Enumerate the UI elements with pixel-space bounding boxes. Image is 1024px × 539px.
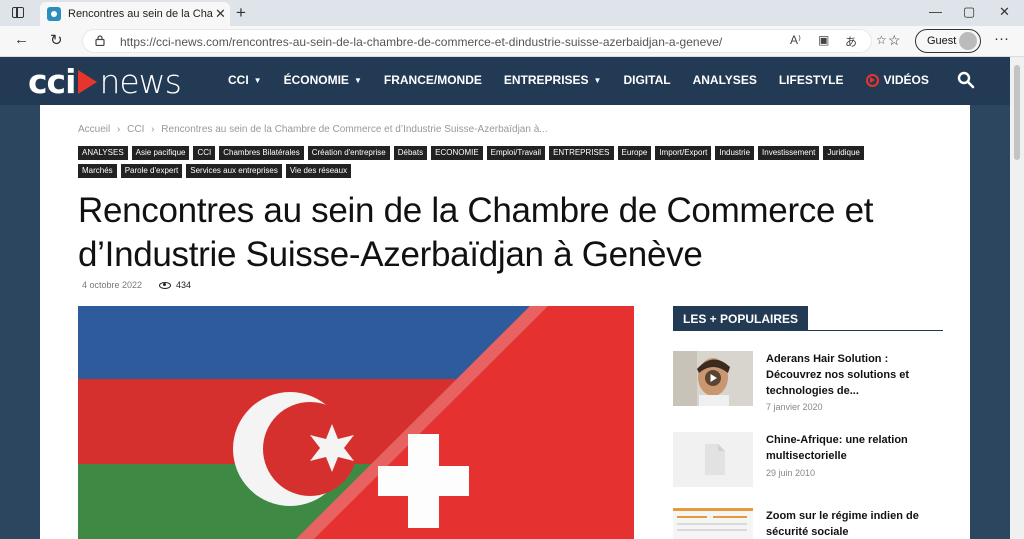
category-tag[interactable]: ENTREPRISES: [549, 146, 614, 160]
search-icon[interactable]: [957, 71, 975, 89]
breadcrumb-current: Rencontres au sein de la Chambre de Comm…: [161, 124, 548, 135]
breadcrumb-sep: ›: [151, 124, 155, 135]
article-title: Rencontres au sein de la Chambre de Comm…: [78, 191, 874, 274]
category-tag[interactable]: ECONOMIE: [431, 146, 483, 160]
chevron-down-icon: ▼: [593, 75, 602, 85]
popular-heading: LES + POPULAIRES: [673, 306, 809, 331]
breadcrumb: Accueil › CCI › Rencontres au sein de la…: [78, 124, 552, 135]
category-tag[interactable]: Emploi/Travail: [486, 146, 546, 160]
category-tag[interactable]: Services aux entreprises: [186, 164, 282, 178]
view-count: 434: [176, 280, 192, 290]
site-favicon-icon: [47, 7, 61, 21]
logo-play-icon: [78, 69, 98, 94]
tab-actions-icon[interactable]: [12, 7, 24, 18]
profile-button[interactable]: Guest: [915, 29, 981, 53]
breadcrumb-cci[interactable]: CCI: [127, 124, 144, 135]
read-aloud-icon[interactable]: A⁾: [790, 33, 801, 47]
menu-item-cci[interactable]: CCI ▼: [228, 73, 262, 87]
url-text: https://cci-news.com/rencontres-au-sein-…: [120, 35, 723, 49]
chevron-down-icon: ▼: [253, 75, 262, 85]
browser-toolbar: ← ↻ https://cci-news.com/rencontres-au-s…: [0, 26, 1024, 57]
play-circle-icon: [865, 73, 879, 87]
avatar-icon: [959, 32, 977, 50]
page-scrollbar[interactable]: [1010, 57, 1024, 539]
popular-item[interactable]: Zoom sur le régime indien de sécurité so…: [673, 508, 943, 539]
popular-title[interactable]: Aderans Hair Solution : Découvrez nos so…: [766, 351, 926, 399]
category-tag[interactable]: Asie pacifique: [131, 146, 190, 160]
close-window-icon[interactable]: ✕: [999, 4, 1010, 20]
popular-thumbnail: [673, 351, 753, 406]
address-bar[interactable]: https://cci-news.com/rencontres-au-sein-…: [82, 29, 887, 53]
popular-thumbnail: [673, 508, 753, 539]
category-tag[interactable]: Création d'entreprise: [307, 146, 390, 160]
favorite-icon[interactable]: ☆: [876, 33, 887, 47]
popular-item[interactable]: Aderans Hair Solution : Découvrez nos so…: [673, 351, 943, 412]
browser-tab[interactable]: Rencontres au sein de la Chambr ✕: [40, 2, 230, 26]
article-date: 4 octobre 2022: [82, 280, 143, 290]
document-placeholder-icon: [673, 432, 753, 487]
popular-date: 7 janvier 2020: [766, 402, 823, 412]
scrollbar-thumb[interactable]: [1014, 65, 1020, 160]
category-tag[interactable]: CCI: [193, 146, 216, 160]
popular-title[interactable]: Zoom sur le régime indien de sécurité so…: [766, 508, 926, 539]
lock-icon: [95, 35, 105, 46]
popular-date: 29 juin 2010: [766, 468, 816, 478]
main-menu: CCI ▼ ÉCONOMIE ▼ FRANCE/MONDE ENTREPRISES ▼…: [228, 73, 929, 87]
category-tag[interactable]: Vie des réseaux: [285, 164, 352, 178]
popular-item[interactable]: Chine-Afrique: une relation multisectori…: [673, 432, 943, 487]
category-tag[interactable]: ANALYSES: [78, 146, 128, 160]
category-tag[interactable]: Parole d'expert: [120, 164, 183, 178]
views-eye-icon: [159, 281, 172, 289]
category-tag[interactable]: Chambres Bilatérales: [219, 146, 304, 160]
category-tag[interactable]: Débats: [393, 146, 428, 160]
menu-item-france-monde[interactable]: FRANCE/MONDE: [384, 73, 482, 87]
reader-view-icon[interactable]: ▣: [818, 33, 829, 47]
logo-cci: cci: [28, 62, 76, 101]
category-tag[interactable]: Marchés: [78, 164, 117, 178]
minimize-icon[interactable]: —: [929, 4, 942, 19]
article-container: Accueil › CCI › Rencontres au sein de la…: [40, 105, 970, 539]
menu-item-videos[interactable]: VIDÉOS: [865, 73, 929, 87]
menu-item-digital[interactable]: DIGITAL: [623, 73, 670, 87]
chevron-down-icon: ▼: [353, 75, 362, 85]
popular-title[interactable]: Chine-Afrique: une relation multisectori…: [766, 432, 926, 464]
menu-item-entreprises[interactable]: ENTREPRISES ▼: [504, 73, 602, 87]
tab-title: Rencontres au sein de la Chambr: [68, 8, 213, 20]
category-tag[interactable]: Investissement: [758, 146, 820, 160]
logo-news: news: [99, 62, 181, 101]
translate-icon[interactable]: あ: [845, 33, 857, 50]
category-tag[interactable]: Industrie: [715, 146, 755, 160]
category-tag[interactable]: Juridique: [823, 146, 864, 160]
site-header: cci news CCI ▼ ÉCONOMIE ▼ FRANCE/MONDE ENT…: [0, 57, 1010, 105]
menu-item-economie[interactable]: ÉCONOMIE ▼: [284, 73, 362, 87]
profile-label: Guest: [927, 35, 957, 47]
menu-item-lifestyle[interactable]: LIFESTYLE: [779, 73, 844, 87]
web-page: cci news CCI ▼ ÉCONOMIE ▼ FRANCE/MONDE ENT…: [0, 57, 1010, 539]
favorites-icon[interactable]: ☆: [888, 32, 901, 49]
more-menu-icon[interactable]: ···: [994, 30, 1009, 47]
article-meta: 4 octobre 2022 434: [82, 280, 191, 290]
close-tab-icon[interactable]: ✕: [215, 6, 226, 22]
breadcrumb-home[interactable]: Accueil: [78, 124, 110, 135]
browser-tab-bar: Rencontres au sein de la Chambr ✕ + — ▢ …: [0, 0, 1024, 26]
hero-image-flags: [78, 306, 634, 539]
maximize-icon[interactable]: ▢: [963, 4, 975, 20]
menu-item-analyses[interactable]: ANALYSES: [693, 73, 757, 87]
category-tags: ANALYSES Asie pacifique CCI Chambres Bilaté…: [78, 146, 898, 178]
back-icon[interactable]: ←: [14, 31, 29, 48]
category-tag[interactable]: Europe: [617, 146, 652, 160]
divider: [673, 330, 943, 331]
site-logo[interactable]: cci news: [28, 62, 182, 101]
category-tag[interactable]: Import/Export: [655, 146, 712, 160]
new-tab-icon[interactable]: +: [236, 3, 246, 23]
breadcrumb-sep: ›: [117, 124, 121, 135]
refresh-icon[interactable]: ↻: [50, 31, 63, 49]
